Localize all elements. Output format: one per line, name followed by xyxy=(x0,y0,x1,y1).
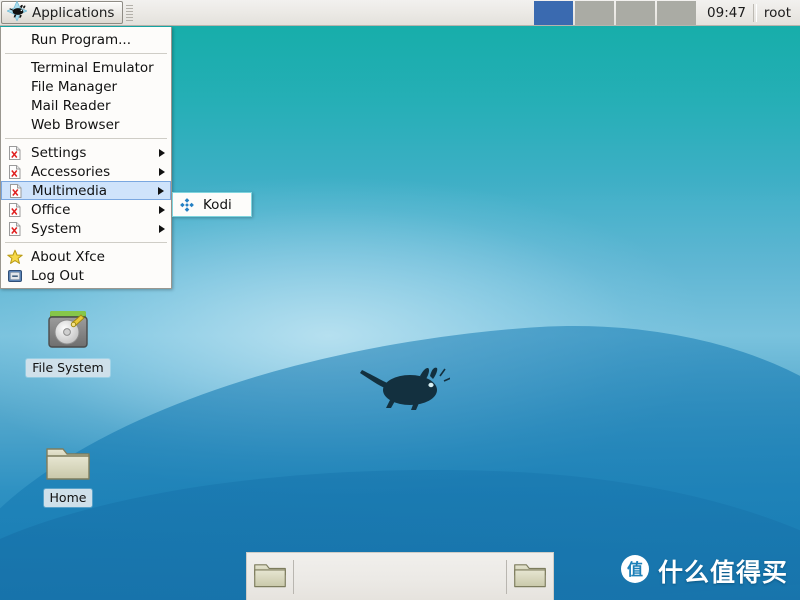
menu-item-label: Office xyxy=(31,201,71,218)
panel-spacer xyxy=(136,0,534,25)
kodi-icon xyxy=(179,197,195,213)
menu-item-multimedia[interactable]: Multimedia xyxy=(1,181,171,200)
chevron-right-icon xyxy=(158,186,164,195)
menu-item-run-program[interactable]: Run Program... xyxy=(1,30,171,49)
dock-button-file-manager-left[interactable] xyxy=(247,555,293,599)
menu-item-label: Accessories xyxy=(31,163,111,180)
clock[interactable]: 09:47 xyxy=(700,0,753,25)
menu-separator xyxy=(5,138,167,139)
menu-item-web-browser[interactable]: Web Browser xyxy=(1,115,171,134)
menu-item-log-out[interactable]: Log Out xyxy=(1,266,171,285)
menu-item-terminal-emulator[interactable]: Terminal Emulator xyxy=(1,58,171,77)
star-icon xyxy=(7,249,23,265)
folder-icon xyxy=(20,435,116,485)
menu-item-label: Multimedia xyxy=(32,182,108,199)
menu-item-label: Run Program... xyxy=(31,31,132,48)
menu-item-label: Terminal Emulator xyxy=(31,59,154,76)
desktop-icon-label: File System xyxy=(26,359,110,377)
watermark-text: 什么值得买 xyxy=(657,558,788,587)
menu-item-label: Web Browser xyxy=(31,116,120,133)
menu-item-label: Settings xyxy=(31,144,87,161)
dock-separator xyxy=(293,559,294,594)
missing-image-icon xyxy=(7,221,23,237)
applications-menu: Run Program... Terminal Emulator File Ma… xyxy=(0,27,172,289)
desktop-icon-file-system[interactable]: File System xyxy=(20,305,116,377)
dock-button-file-manager-right[interactable] xyxy=(507,555,553,599)
menu-item-about-xfce[interactable]: About Xfce xyxy=(1,247,171,266)
harddisk-icon xyxy=(20,305,116,355)
chevron-right-icon xyxy=(159,205,165,214)
desktop-icon-label: Home xyxy=(43,489,93,507)
chevron-right-icon xyxy=(159,167,165,176)
user-menu[interactable]: root xyxy=(757,0,800,25)
menu-separator xyxy=(5,53,167,54)
missing-image-icon xyxy=(8,183,24,199)
missing-image-icon xyxy=(7,164,23,180)
menu-item-mail-reader[interactable]: Mail Reader xyxy=(1,96,171,115)
workspace-3[interactable] xyxy=(616,0,656,25)
xfce-mouse-icon xyxy=(6,0,28,25)
watermark: 值 什么值得买 xyxy=(620,554,788,588)
missing-image-icon xyxy=(7,202,23,218)
logout-icon xyxy=(7,268,23,284)
top-panel: Applications 09:47 root xyxy=(0,0,800,26)
applications-button-label: Applications xyxy=(32,4,115,21)
workspace-1[interactable] xyxy=(534,0,574,25)
submenu-item-kodi[interactable]: Kodi xyxy=(173,195,251,214)
menu-item-label: System xyxy=(31,220,82,237)
workspace-4[interactable] xyxy=(657,0,697,25)
desktop-icon-home[interactable]: Home xyxy=(20,435,116,507)
workspace-2[interactable] xyxy=(575,0,615,25)
chevron-right-icon xyxy=(159,148,165,157)
watermark-logo-icon: 值 xyxy=(620,554,650,588)
menu-item-label: About Xfce xyxy=(31,248,105,265)
menu-separator xyxy=(5,242,167,243)
folder-icon xyxy=(252,559,288,595)
menu-item-accessories[interactable]: Accessories xyxy=(1,162,171,181)
menu-item-file-manager[interactable]: File Manager xyxy=(1,77,171,96)
workspace-switcher[interactable] xyxy=(534,0,698,25)
multimedia-submenu: Kodi xyxy=(172,192,252,217)
menu-item-label: Log Out xyxy=(31,267,84,284)
chevron-right-icon xyxy=(159,224,165,233)
xfce-mouse-logo xyxy=(358,356,452,412)
bottom-dock-panel xyxy=(246,552,554,600)
submenu-item-label: Kodi xyxy=(203,196,232,213)
menu-item-settings[interactable]: Settings xyxy=(1,143,171,162)
svg-text:值: 值 xyxy=(627,560,643,579)
menu-item-system[interactable]: System xyxy=(1,219,171,238)
folder-icon xyxy=(512,559,548,595)
panel-handle-icon[interactable] xyxy=(125,4,134,21)
menu-item-label: File Manager xyxy=(31,78,118,95)
menu-item-label: Mail Reader xyxy=(31,97,111,114)
missing-image-icon xyxy=(7,145,23,161)
menu-item-office[interactable]: Office xyxy=(1,200,171,219)
applications-button[interactable]: Applications xyxy=(1,0,124,25)
